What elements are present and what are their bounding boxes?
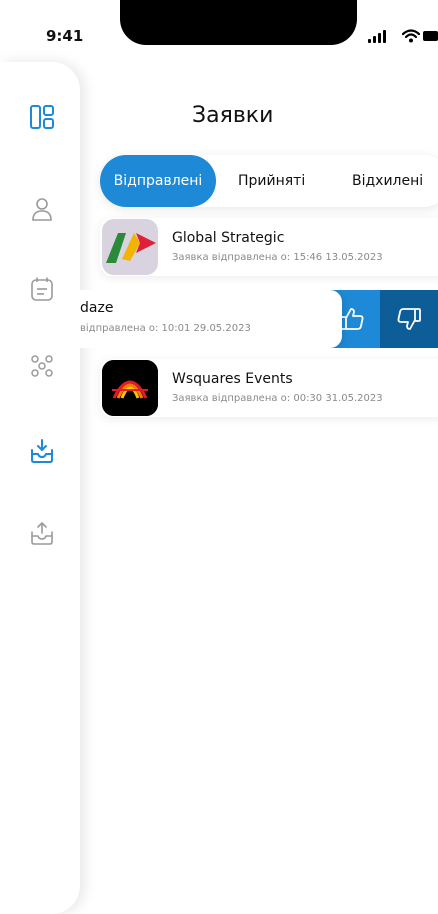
request-row-swiped[interactable]: daze відправлена о: 10:01 29.05.2023 — [80, 290, 438, 348]
users-group-icon — [31, 355, 53, 377]
request-row-wsquares[interactable]: Wsquares Events Заявка відправлена о: 00… — [100, 359, 438, 417]
request-status: Заявка відправлена о: 15:46 13.05.2023 — [172, 252, 383, 263]
sidebar — [0, 62, 80, 914]
sidebar-item-dashboard[interactable] — [29, 104, 55, 130]
thumbs-up-icon — [340, 308, 364, 330]
sidebar-item-calendar[interactable] — [29, 276, 55, 302]
sidebar-item-inbox[interactable] — [29, 438, 55, 464]
profile-icon — [32, 198, 52, 221]
tab-accepted[interactable]: Прийняті — [238, 155, 305, 207]
outbox-upload-icon — [31, 522, 53, 545]
request-card-swiped[interactable]: daze відправлена о: 10:01 29.05.2023 — [80, 290, 342, 348]
status-time: 9:41 — [46, 27, 84, 45]
sidebar-item-users[interactable] — [29, 354, 55, 380]
sidebar-item-profile[interactable] — [29, 196, 55, 222]
global-strategic-logo — [102, 219, 158, 275]
request-row-global-strategic[interactable]: Global Strategic Заявка відправлена о: 1… — [100, 218, 438, 276]
battery-icon — [423, 31, 438, 41]
tab-rejected[interactable]: Відхилені — [352, 155, 423, 207]
status-tabs: Відправлені Прийняті Відхилені — [100, 155, 438, 207]
thumbs-down-icon — [397, 308, 421, 330]
request-status: Заявка відправлена о: 00:30 31.05.2023 — [172, 393, 383, 404]
notch — [120, 0, 357, 45]
inbox-download-icon — [31, 439, 53, 463]
calendar-icon — [31, 277, 53, 301]
wsquares-events-logo — [102, 360, 158, 416]
request-name: Global Strategic — [172, 230, 285, 246]
dashboard-icon — [30, 105, 54, 129]
tab-sent[interactable]: Відправлені — [100, 155, 216, 207]
wifi-icon — [402, 29, 420, 43]
request-status: відправлена о: 10:01 29.05.2023 — [80, 323, 251, 334]
sidebar-item-outbox[interactable] — [29, 520, 55, 546]
reject-button[interactable] — [380, 290, 438, 348]
request-name: Wsquares Events — [172, 371, 293, 387]
page-title: Заявки — [192, 103, 274, 128]
status-icons — [368, 29, 438, 43]
request-name: daze — [80, 300, 114, 316]
